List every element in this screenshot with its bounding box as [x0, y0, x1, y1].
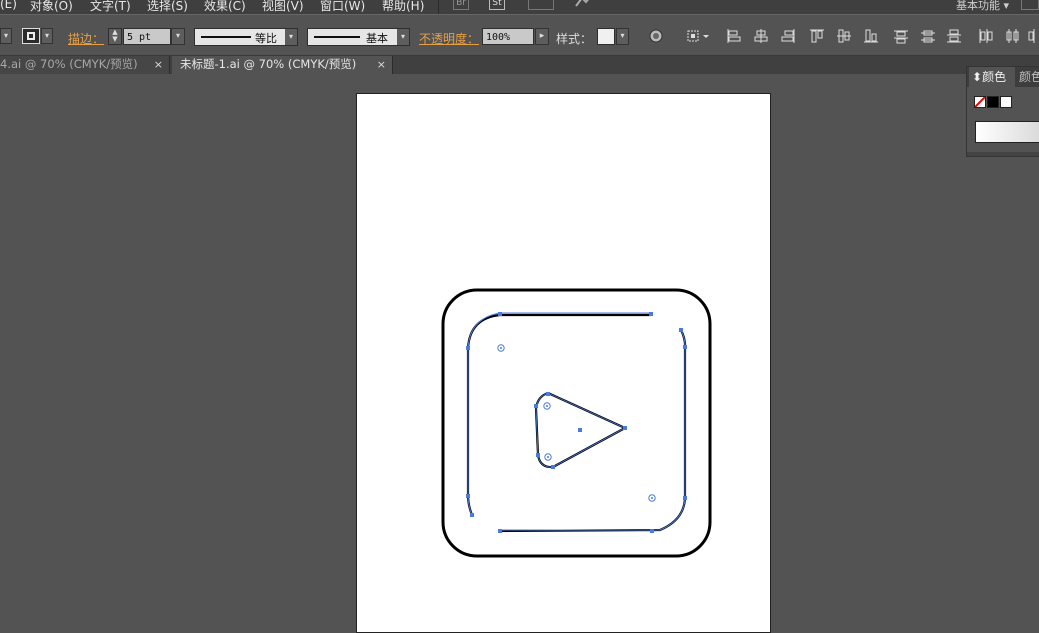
document-tab-bar: 4.ai @ 70% (CMYK/预览) × 未标题-1.ai @ 70% (C… — [0, 56, 1039, 74]
menu-window[interactable]: 窗口(W) — [320, 0, 365, 14]
color-panel: ⬍颜色 颜色 — [966, 66, 1039, 157]
brush-label: 基本 — [366, 32, 388, 45]
close-icon[interactable]: × — [377, 56, 386, 73]
menu-view[interactable]: 视图(V) — [262, 0, 304, 14]
distribute-top-icon[interactable] — [893, 28, 909, 44]
opacity-label[interactable]: 不透明度： — [419, 30, 479, 47]
menu-edit[interactable]: (E) — [0, 0, 17, 11]
tab-untitled-1[interactable]: 未标题-1.ai @ 70% (CMYK/预览) × — [172, 56, 393, 74]
distribute-right-icon[interactable] — [1027, 28, 1039, 44]
distribute-center-v-icon[interactable] — [920, 28, 936, 44]
workspace-label: 基本功能 — [955, 0, 1000, 12]
menu-object[interactable]: 对象(O) — [30, 0, 73, 14]
tab-label: 4.ai @ 70% (CMYK/预览) — [0, 57, 138, 71]
distribute-bottom-icon[interactable] — [946, 28, 962, 44]
opacity-label-text: 不透明度 — [419, 32, 468, 46]
graphic-style-dropdown[interactable]: ▾ — [616, 28, 629, 45]
tab-color[interactable]: ⬍颜色 — [969, 67, 1015, 87]
panel-tabs: ⬍颜色 颜色 — [967, 67, 1039, 87]
distribute-left-icon[interactable] — [977, 28, 993, 44]
menu-effect[interactable]: 效果(C) — [204, 0, 246, 14]
variable-width-profile-select[interactable]: 等比 ▾ — [194, 28, 298, 46]
menu-help[interactable]: 帮助(H) — [382, 0, 424, 14]
stroke-label-text: 描边 — [68, 32, 93, 46]
stroke-color-swatch[interactable] — [22, 28, 40, 44]
color-tab-label: 颜色 — [982, 70, 1007, 84]
style-label-text: 样式 — [556, 32, 581, 46]
black-swatch[interactable] — [987, 96, 999, 108]
align-center-h-icon[interactable] — [753, 28, 769, 44]
gpu-performance-icon[interactable] — [572, 0, 594, 10]
stroke-weight-input[interactable]: 5 pt — [123, 28, 171, 45]
tab-color-guide[interactable]: 颜色 — [1017, 67, 1039, 87]
tab-document-4[interactable]: 4.ai @ 70% (CMYK/预览) × — [0, 56, 170, 74]
profile-label: 等比 — [255, 32, 277, 45]
bridge-button[interactable]: Br — [453, 0, 469, 10]
style-label: 样式： — [556, 32, 593, 46]
chevron-down-icon: ▾ — [397, 29, 409, 45]
align-center-v-icon[interactable] — [836, 28, 852, 44]
graphic-style-swatch[interactable] — [597, 28, 615, 45]
align-top-icon[interactable] — [809, 28, 825, 44]
stroke-color-dropdown[interactable]: ▾ — [41, 28, 53, 44]
control-bar: ▾ ▾ 描边： ▲ ▼ 5 pt ▾ 等比 ▾ 基本 ▾ 不透明度： 100% ▸… — [0, 14, 1039, 56]
align-bottom-icon[interactable] — [863, 28, 879, 44]
stock-button[interactable]: St — [489, 0, 505, 10]
arrange-documents-icon[interactable] — [528, 0, 554, 10]
stroke-icon — [27, 32, 35, 40]
stroke-weight-dropdown[interactable]: ▾ — [171, 28, 185, 45]
brush-preview-line — [314, 36, 360, 38]
menu-type[interactable]: 文字(T) — [90, 0, 131, 14]
align-left-icon[interactable] — [726, 28, 742, 44]
align-right-icon[interactable] — [780, 28, 796, 44]
close-icon[interactable]: × — [154, 56, 163, 73]
distribute-center-h-icon[interactable] — [1004, 28, 1020, 44]
recolor-artwork-icon[interactable] — [648, 28, 664, 44]
tab-label: 未标题-1.ai @ 70% (CMYK/预览) — [180, 57, 357, 71]
menu-bar: (E) 对象(O) 文字(T) 选择(S) 效果(C) 视图(V) 窗口(W) … — [0, 0, 1039, 14]
white-swatch[interactable] — [1000, 96, 1012, 108]
chevron-down-icon: ▾ — [285, 29, 297, 45]
none-swatch[interactable] — [974, 96, 986, 108]
menu-select[interactable]: 选择(S) — [147, 0, 188, 14]
profile-preview-line — [201, 36, 251, 38]
workspace-switcher[interactable]: 基本功能 ▾ — [956, 0, 1009, 13]
menu-separator — [438, 0, 439, 14]
stroke-weight-stepper[interactable]: ▲ ▼ — [108, 28, 122, 45]
opacity-flyout-arrow[interactable]: ▸ — [535, 28, 549, 45]
color-spectrum-bar[interactable] — [975, 121, 1039, 143]
brush-definition-select[interactable]: 基本 ▾ — [307, 28, 410, 46]
artboard[interactable] — [356, 93, 771, 633]
search-icon[interactable] — [1021, 0, 1039, 10]
align-to-selection-icon[interactable] — [686, 28, 712, 44]
fill-dropdown-arrow[interactable]: ▾ — [0, 28, 12, 44]
panel-resize-grip[interactable] — [967, 152, 1039, 156]
opacity-input[interactable]: 100% — [482, 28, 534, 45]
stroke-label[interactable]: 描边： — [68, 30, 104, 47]
